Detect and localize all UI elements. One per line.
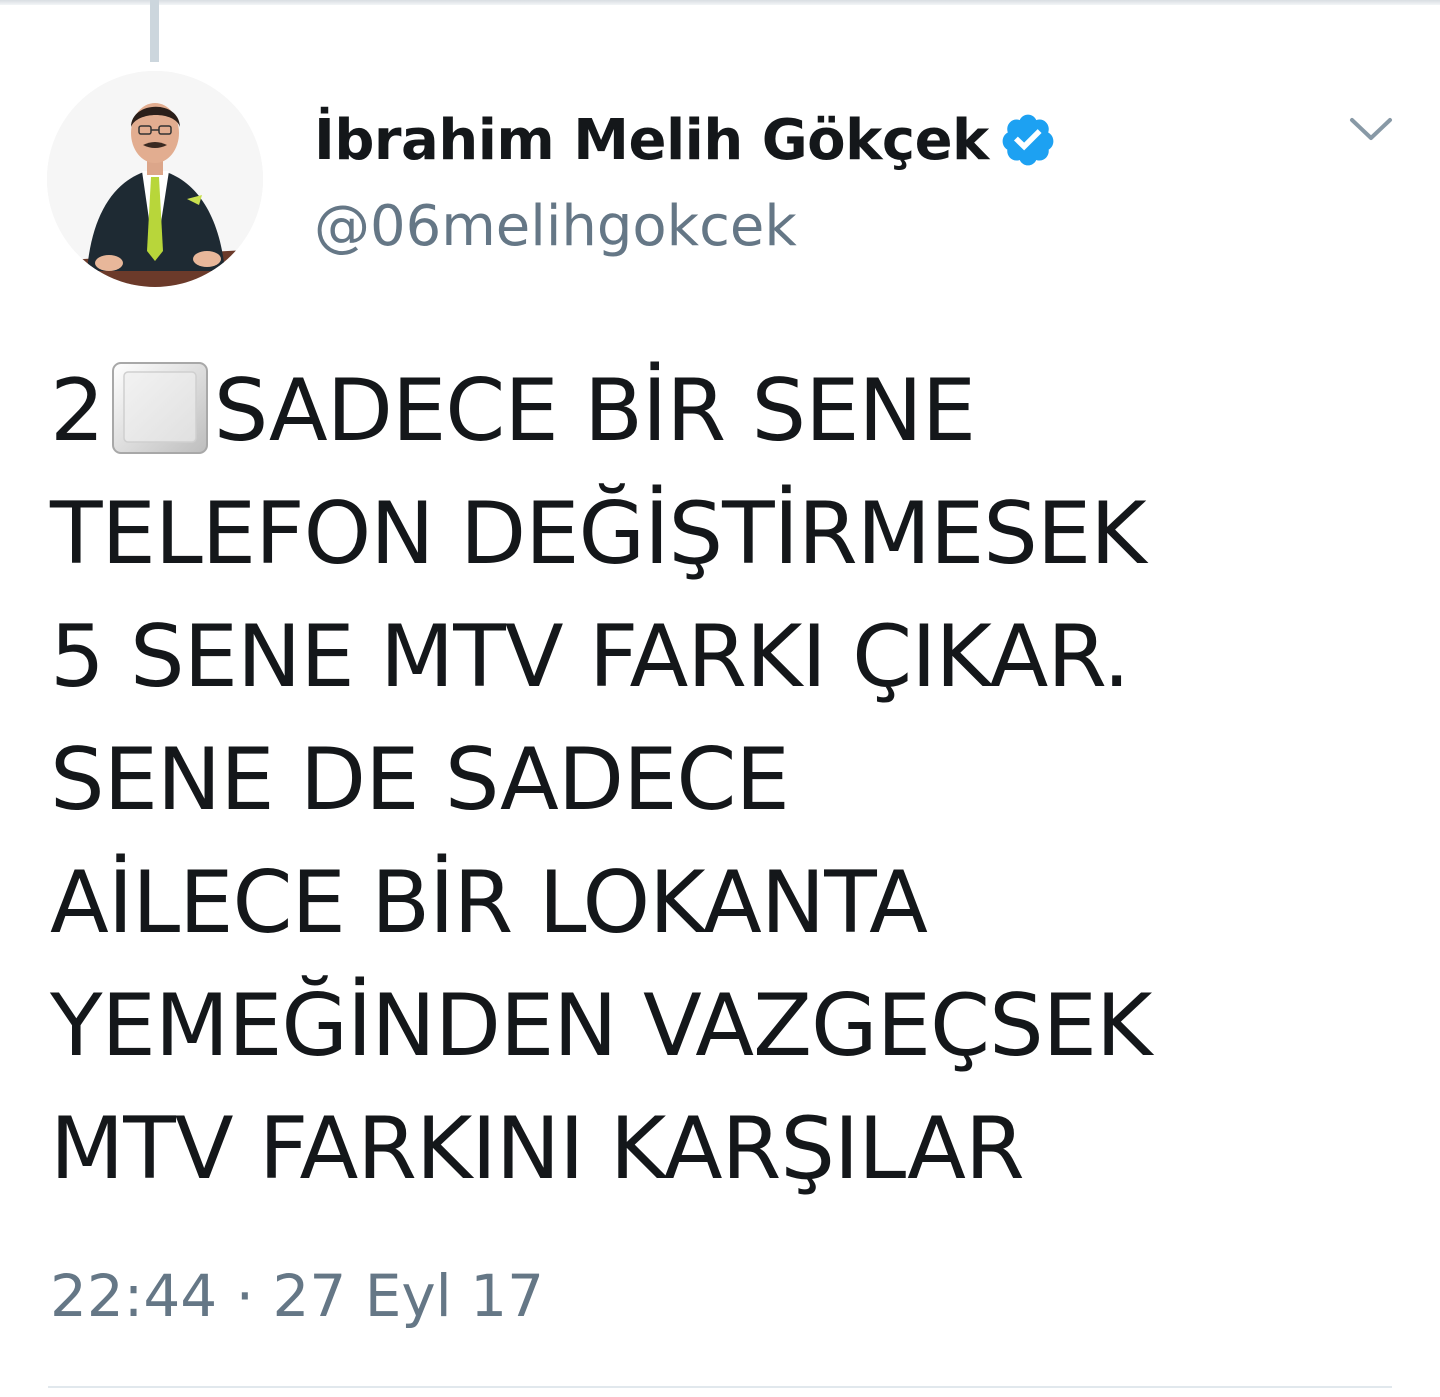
tweet-line: YEMEĞİNDEN VAZGEÇSEK [50,976,1152,1076]
tweet-line: 2 SADECE BİR SENE [50,350,1420,473]
user-handle[interactable]: @06melihgokcek [314,194,797,259]
tweet-detail-view: İbrahim Melih Gökçek @06melihgokcek 2 SA… [0,0,1440,1397]
tweet-line: 5 SENE MTV FARKI ÇIKAR. [50,607,1130,707]
chevron-down-icon[interactable] [1346,110,1396,150]
tweet-line: SENE DE SADECE [50,730,790,830]
verified-badge-icon [999,111,1057,169]
tweet-line: MTV FARKINI KARŞILAR [50,1099,1025,1199]
top-border [0,0,1440,5]
display-name[interactable]: İbrahim Melih Gökçek [314,108,989,173]
tweet-line: TELEFON DEĞİŞTİRMESEK [50,484,1147,584]
tweet-line: AİLECE BİR LOKANTA [50,853,928,953]
thread-connector-line [150,0,159,62]
tweet-line-text: SADECE BİR SENE [213,361,976,461]
keycap-blank-icon [110,360,210,456]
tweet-timestamp[interactable]: 22:44 · 27 Eyl 17 [50,1262,544,1330]
user-name-row[interactable]: İbrahim Melih Gökçek [314,100,1057,180]
avatar[interactable] [47,71,263,287]
tweet-text: 2 SADECE BİR SENE TELEFON DEĞİŞTİRMESEK … [50,350,1420,1211]
tweet-line-number: 2 [50,361,105,461]
divider [48,1386,1392,1388]
